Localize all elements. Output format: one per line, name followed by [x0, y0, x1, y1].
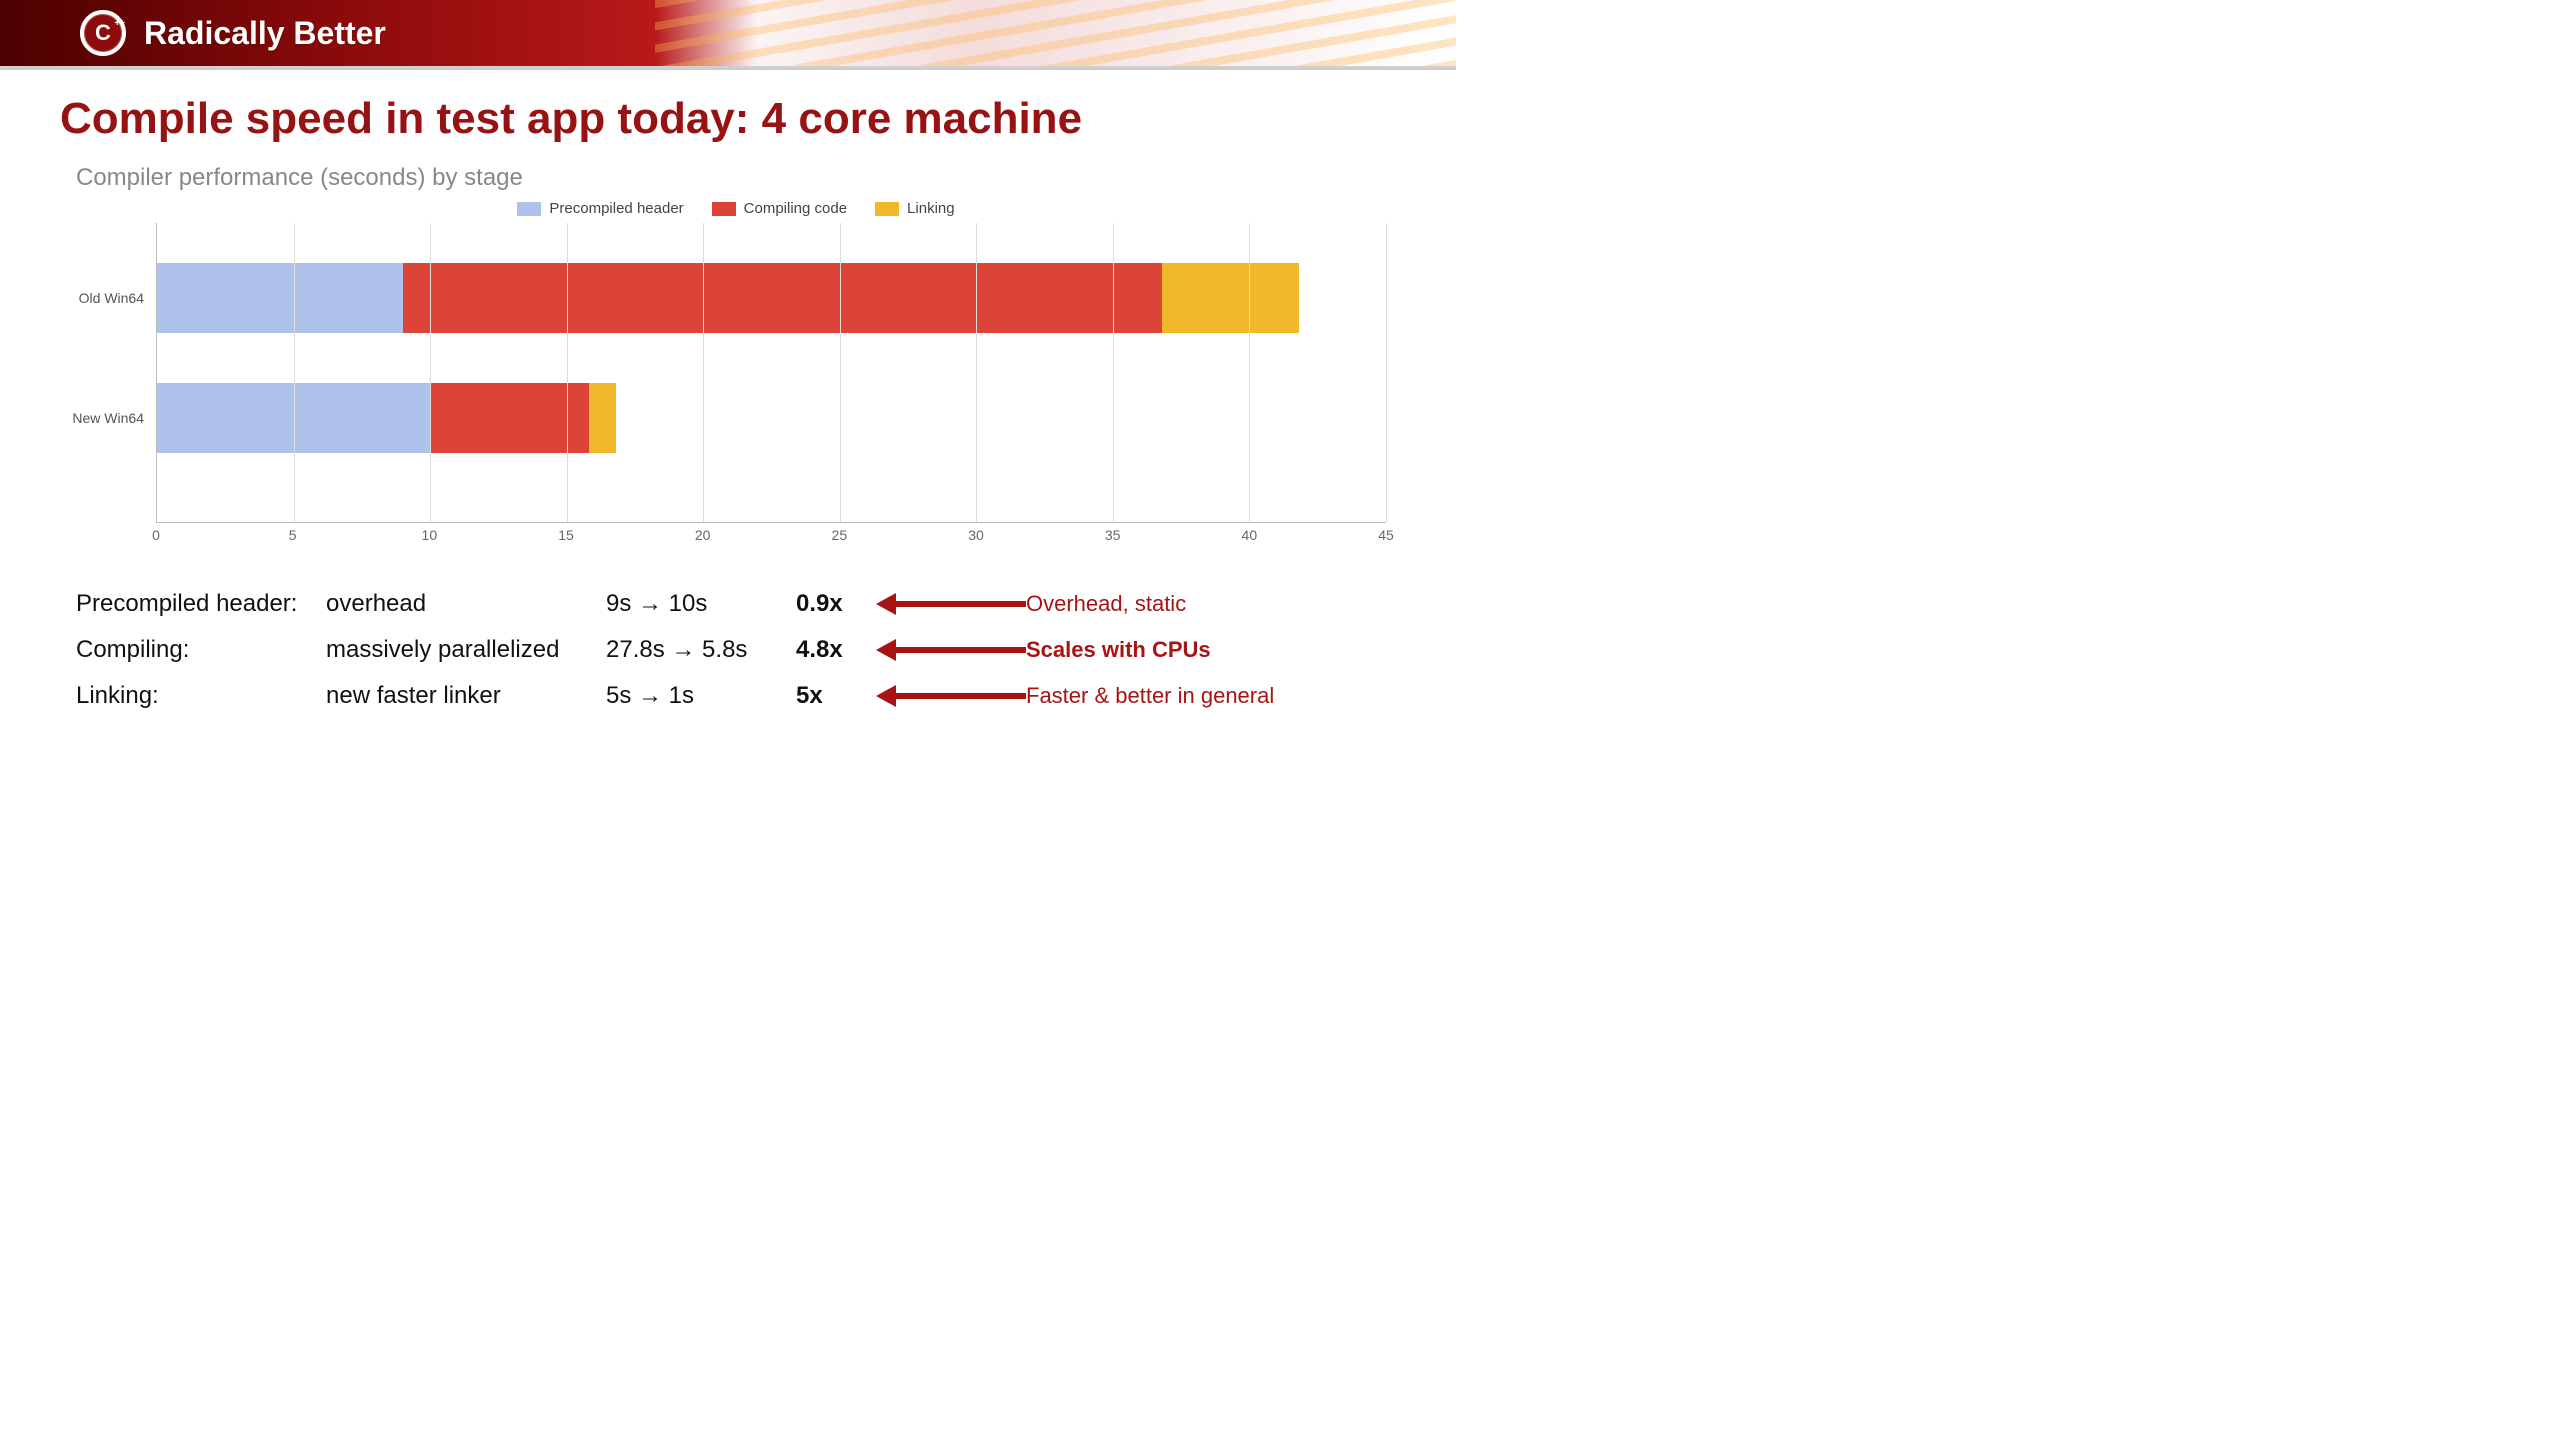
x-tick-label: 25 [832, 527, 848, 543]
chart: Precompiled header Compiling code Linkin… [76, 200, 1396, 553]
plot-area [156, 223, 1386, 523]
stage-desc: new faster linker [326, 682, 606, 710]
gridline [567, 223, 568, 522]
x-tick-label: 30 [968, 527, 984, 543]
swatch-icon [517, 202, 541, 216]
stage-note: Scales with CPUs [1026, 637, 1396, 663]
x-tick-label: 15 [558, 527, 574, 543]
chart-title: Compiler performance (seconds) by stage [76, 164, 1396, 192]
x-tick-label: 40 [1242, 527, 1258, 543]
stage-factor: 5x [796, 682, 876, 710]
stage-note: Overhead, static [1026, 591, 1396, 617]
stage-desc: massively parallelized [326, 636, 606, 664]
gridline [976, 223, 977, 522]
plot: Old Win64 New Win64 051015202530354045 [156, 223, 1386, 553]
legend-label: Precompiled header [549, 200, 683, 217]
header-bar: C ++ Radically Better [0, 0, 1456, 68]
stage-factor: 4.8x [796, 636, 876, 664]
x-tick-label: 20 [695, 527, 711, 543]
bar-segment [589, 383, 616, 453]
y-axis-label: New Win64 [56, 410, 156, 426]
bar-segment [430, 383, 588, 453]
gridline [1113, 223, 1114, 522]
header-title: Radically Better [144, 15, 386, 52]
bar-segment [1162, 263, 1299, 333]
x-tick-label: 0 [152, 527, 160, 543]
stage-factor: 0.9x [796, 590, 876, 618]
swatch-icon [712, 202, 736, 216]
bar-row [157, 263, 1386, 333]
summary-row: Linking: new faster linker 5s → 1s 5x Fa… [76, 673, 1396, 719]
gridline [1386, 223, 1387, 522]
arrow-left-icon [876, 686, 1026, 706]
legend-item-compiling: Compiling code [712, 200, 847, 217]
content: Compile speed in test app today: 4 core … [0, 70, 1456, 719]
page-title: Compile speed in test app today: 4 core … [60, 94, 1396, 144]
summary-row: Compiling: massively parallelized 27.8s … [76, 627, 1396, 673]
x-tick-label: 45 [1378, 527, 1394, 543]
stage-desc: overhead [326, 590, 606, 618]
legend-label: Compiling code [744, 200, 847, 217]
gridline [1249, 223, 1250, 522]
stage-change: 27.8s → 5.8s [606, 636, 796, 664]
logo-letter: C [95, 20, 111, 46]
x-tick-label: 35 [1105, 527, 1121, 543]
arrow-left-icon [876, 640, 1026, 660]
swatch-icon [875, 202, 899, 216]
legend-item-linking: Linking [875, 200, 955, 217]
cpp-logo-icon: C ++ [80, 10, 126, 56]
bar-row [157, 383, 1386, 453]
summary-table: Precompiled header: overhead 9s → 10s 0.… [76, 581, 1396, 719]
stage-label: Compiling: [76, 636, 326, 664]
logo-plus: ++ [114, 20, 124, 28]
gridline [703, 223, 704, 522]
x-axis-ticks: 051015202530354045 [156, 523, 1386, 553]
gridline [294, 223, 295, 522]
arrow-left-icon [876, 594, 1026, 614]
bar-segment [403, 263, 1162, 333]
stage-change: 5s → 1s [606, 682, 796, 710]
legend-label: Linking [907, 200, 955, 217]
bar-segment [157, 263, 403, 333]
legend: Precompiled header Compiling code Linkin… [76, 200, 1396, 217]
stage-label: Precompiled header: [76, 590, 326, 618]
y-axis-label: Old Win64 [56, 290, 156, 306]
gridline [430, 223, 431, 522]
gridline [840, 223, 841, 522]
stage-note: Faster & better in general [1026, 683, 1396, 709]
summary-row: Precompiled header: overhead 9s → 10s 0.… [76, 581, 1396, 627]
stage-change: 9s → 10s [606, 590, 796, 618]
x-tick-label: 10 [422, 527, 438, 543]
slide: C ++ Radically Better Compile speed in t… [0, 0, 1456, 820]
legend-item-precompiled: Precompiled header [517, 200, 683, 217]
x-tick-label: 5 [289, 527, 297, 543]
stage-label: Linking: [76, 682, 326, 710]
